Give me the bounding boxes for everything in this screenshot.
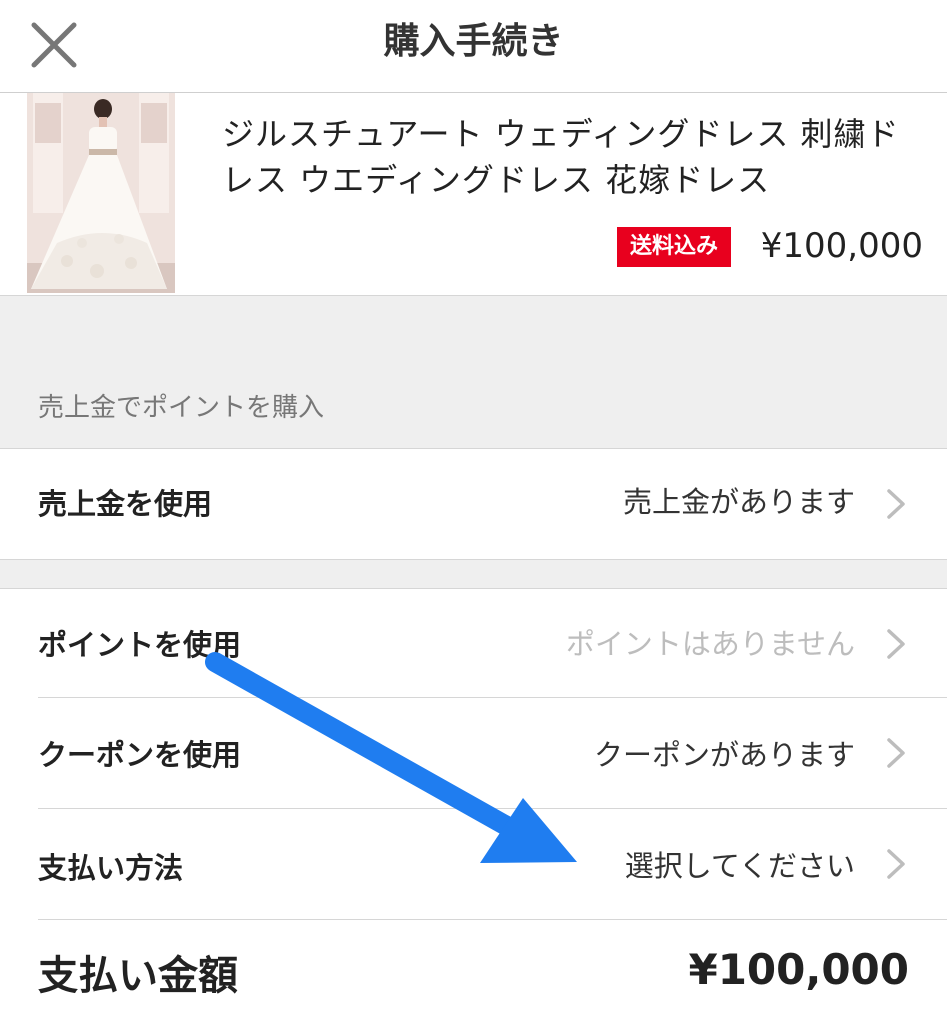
section-header-sales-points: 売上金でポイントを購入 xyxy=(0,296,947,449)
product-image xyxy=(27,93,175,293)
use-sales-row[interactable]: 売上金を使用 売上金があります xyxy=(0,449,947,559)
row-divider xyxy=(38,919,947,920)
use-points-label: ポイントを使用 xyxy=(38,628,242,662)
header-bar: 購入手続き xyxy=(0,0,947,93)
product-summary[interactable]: ジルスチュアート ウェディングドレス 刺繍ドレス ウエディングドレス 花嫁ドレス… xyxy=(0,93,947,296)
product-price: ¥100,000 xyxy=(760,226,923,266)
payment-method-row[interactable]: 支払い方法 選択してください xyxy=(0,809,947,919)
total-amount-value: ¥100,000 xyxy=(688,945,909,994)
chevron-right-icon xyxy=(887,489,905,519)
section-gap xyxy=(0,559,947,589)
chevron-right-icon xyxy=(887,738,905,768)
payment-method-value: 選択してください xyxy=(624,849,855,883)
page-title: 購入手続き xyxy=(383,21,564,62)
shipping-included-badge: 送料込み xyxy=(617,227,731,267)
use-coupon-label: クーポンを使用 xyxy=(38,738,242,772)
use-coupon-row[interactable]: クーポンを使用 クーポンがあります xyxy=(0,698,947,808)
use-points-value: ポイントはありません xyxy=(565,627,855,661)
section-label: 売上金でポイントを購入 xyxy=(38,393,325,423)
use-points-row[interactable]: ポイントを使用 ポイントはありません xyxy=(0,589,947,698)
total-amount-label: 支払い金額 xyxy=(38,953,238,999)
use-sales-label: 売上金を使用 xyxy=(38,487,213,521)
use-sales-value: 売上金があります xyxy=(622,485,855,519)
payment-method-label: 支払い方法 xyxy=(38,851,184,885)
product-name: ジルスチュアート ウェディングドレス 刺繍ドレス ウエディングドレス 花嫁ドレス xyxy=(222,115,900,199)
use-coupon-value: クーポンがあります xyxy=(593,738,855,772)
chevron-right-icon xyxy=(887,629,905,659)
chevron-right-icon xyxy=(887,849,905,879)
